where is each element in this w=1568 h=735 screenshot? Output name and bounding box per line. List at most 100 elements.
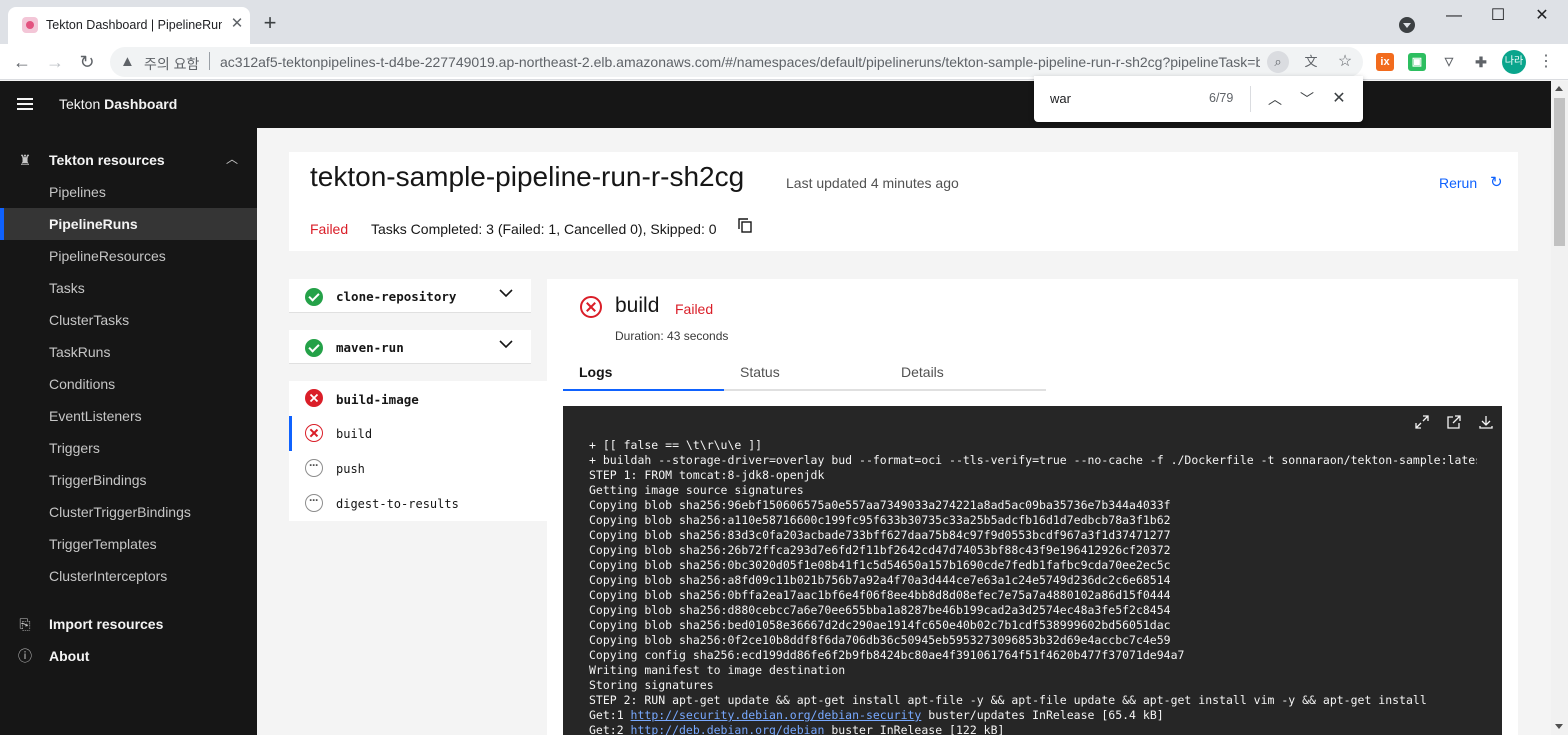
find-next-icon[interactable]: ﹀ (1295, 87, 1319, 111)
find-previous-icon[interactable]: ︿ (1263, 87, 1287, 111)
download-icon[interactable] (1478, 414, 1494, 430)
extension-icon[interactable]: ▽ (1440, 53, 1458, 71)
sidebar-item-about[interactable]: ⓘ About (0, 640, 257, 672)
extension-icon[interactable]: ix (1376, 53, 1394, 71)
sidebar-item-pipelineruns[interactable]: PipelineRuns (0, 208, 257, 240)
maximize-icon[interactable] (1414, 414, 1430, 430)
sidebar-item-label: TriggerTemplates (49, 536, 157, 552)
log-line: Get:2 http://deb.debian.org/debian buste… (589, 723, 1477, 735)
chevron-down-icon[interactable] (499, 286, 513, 300)
copy-icon[interactable] (738, 218, 752, 234)
scroll-down-icon[interactable] (1555, 724, 1563, 729)
tab-details[interactable]: Details (885, 361, 1046, 391)
info-icon: ⓘ (18, 648, 32, 664)
extension-icon[interactable]: ▣ (1408, 53, 1426, 71)
not-secure-warning-icon[interactable]: ▲ (120, 53, 135, 70)
scrollbar-thumb[interactable] (1554, 98, 1565, 246)
url-text[interactable]: ac312af5-tektonpipelines-t-d4be-22774901… (220, 54, 1260, 70)
sidebar-item-triggertemplates[interactable]: TriggerTemplates (0, 528, 257, 560)
browser-tab[interactable]: Tekton Dashboard | PipelineRuns ✕ (8, 7, 250, 44)
tekton-favicon-icon (22, 17, 38, 33)
chevron-up-icon[interactable]: ︿ (226, 150, 240, 166)
browser-menu-icon[interactable]: ⋮ (1537, 50, 1555, 74)
address-bar[interactable]: ▲ 주의 요함 ac312af5-tektonpipelines-t-d4be-… (110, 47, 1363, 77)
address-divider (209, 52, 210, 70)
tab-logs[interactable]: Logs (563, 361, 724, 391)
launch-icon[interactable] (1446, 414, 1462, 430)
task-maven-run[interactable]: maven-run (289, 330, 531, 364)
log-viewer[interactable]: + [[ false == \t\r\u\e ]] + buildah --st… (563, 406, 1502, 735)
window-minimize-button[interactable]: — (1431, 6, 1477, 26)
page-scrollbar[interactable] (1551, 81, 1568, 735)
sidebar-item-taskruns[interactable]: TaskRuns (0, 336, 257, 368)
task-clone-repository[interactable]: clone-repository (289, 279, 531, 313)
log-link[interactable]: http://security.debian.org/debian-securi… (631, 708, 922, 722)
log-line: Copying blob sha256:d880cebcc7a6e70ee655… (589, 603, 1171, 617)
sidebar-item-label: Conditions (49, 376, 116, 392)
step-digest-to-results[interactable]: digest-to-results (289, 486, 547, 521)
sidebar-item-clustertasks[interactable]: ClusterTasks (0, 304, 257, 336)
extensions-puzzle-icon[interactable]: ✚ (1472, 53, 1490, 71)
window-close-button[interactable]: ✕ (1519, 6, 1565, 26)
log-line: Copying blob sha256:0bffa2ea17aac1bf6e4f… (589, 588, 1171, 602)
sidebar-item-label: Import resources (49, 616, 164, 632)
log-line: Copying blob sha256:83d3c0fa203acbade733… (589, 528, 1171, 542)
sidebar-item-eventlisteners[interactable]: EventListeners (0, 400, 257, 432)
find-match-count: 6/79 (1209, 91, 1234, 105)
brand-name: Dashboard (104, 96, 178, 112)
sidebar-item-clusterinterceptors[interactable]: ClusterInterceptors (0, 560, 257, 592)
step-duration: Duration: 43 seconds (615, 329, 729, 343)
step-status: Failed (675, 301, 714, 317)
find-input[interactable]: war (1050, 91, 1071, 106)
sidebar-item-label: Pipelines (49, 184, 106, 200)
new-tab-button[interactable]: + (258, 12, 282, 36)
bookmark-star-icon[interactable]: ☆ (1334, 51, 1356, 73)
back-arrow-icon[interactable]: ← (10, 50, 34, 74)
task-name: maven-run (336, 340, 404, 355)
pending-icon (305, 493, 323, 512)
step-push[interactable]: push (289, 451, 547, 486)
sidebar-item-pipelines[interactable]: Pipelines (0, 176, 257, 208)
log-link[interactable]: http://deb.debian.org/debian (631, 723, 825, 735)
step-details-panel: build Failed Duration: 43 seconds Logs S… (547, 279, 1518, 735)
sidebar-item-triggers[interactable]: Triggers (0, 432, 257, 464)
step-build[interactable]: build (289, 416, 547, 451)
window-maximize-button[interactable]: ☐ (1475, 6, 1521, 26)
scroll-up-icon[interactable] (1555, 86, 1563, 91)
log-line: + buildah --storage-driver=overlay bud -… (589, 453, 1477, 467)
tab-close-icon[interactable]: ✕ (228, 15, 246, 33)
sidebar-item-pipelineresources[interactable]: PipelineResources (0, 240, 257, 272)
task-build-image-header[interactable]: build-image (289, 381, 547, 416)
profile-avatar[interactable]: 나라 (1502, 50, 1526, 74)
sidebar-item-tasks[interactable]: Tasks (0, 272, 257, 304)
log-text: buster/updates InRelease [65.4 kB] (921, 708, 1164, 722)
failed-outline-icon (305, 424, 323, 442)
sidebar-item-clustertriggerbindings[interactable]: ClusterTriggerBindings (0, 496, 257, 528)
sidebar-item-import-resources[interactable]: ⎘ Import resources (0, 608, 257, 640)
forward-arrow-icon[interactable]: → (43, 50, 67, 74)
rerun-button[interactable]: Rerun (1439, 175, 1477, 191)
tab-label: Status (740, 364, 780, 380)
find-in-page-icon[interactable]: ⌕ (1267, 51, 1289, 73)
sidebar-item-label: ClusterTriggerBindings (49, 504, 191, 520)
task-build-image: build-image build push digest-to-results (289, 381, 547, 521)
log-line: STEP 2: RUN apt-get update && apt-get in… (589, 693, 1427, 707)
sidebar-item-triggerbindings[interactable]: TriggerBindings (0, 464, 257, 496)
translate-icon[interactable]: 文 (1300, 51, 1322, 73)
log-line: Copying blob sha256:a110e58716600c199fc9… (589, 513, 1171, 527)
sidebar-item-conditions[interactable]: Conditions (0, 368, 257, 400)
sidebar-section-tekton-resources[interactable]: ♜ Tekton resources ︿ (0, 144, 257, 176)
sidebar-item-label: About (49, 648, 90, 664)
tab-search-icon[interactable] (1399, 17, 1415, 33)
tab-status[interactable]: Status (724, 361, 885, 391)
failed-outline-icon (580, 296, 602, 318)
find-bar: war 6/79 ︿ ﹀ ✕ (1034, 76, 1363, 122)
restart-icon[interactable]: ↻ (1490, 173, 1503, 191)
last-updated-text: Last updated 4 minutes ago (786, 175, 959, 191)
reload-icon[interactable]: ↻ (75, 50, 99, 74)
security-label[interactable]: 주의 요함 (144, 54, 199, 74)
find-close-icon[interactable]: ✕ (1327, 87, 1351, 111)
app-brand[interactable]: Tekton Dashboard (59, 96, 177, 112)
hamburger-menu-icon[interactable] (17, 98, 33, 110)
chevron-down-icon[interactable] (499, 337, 513, 351)
